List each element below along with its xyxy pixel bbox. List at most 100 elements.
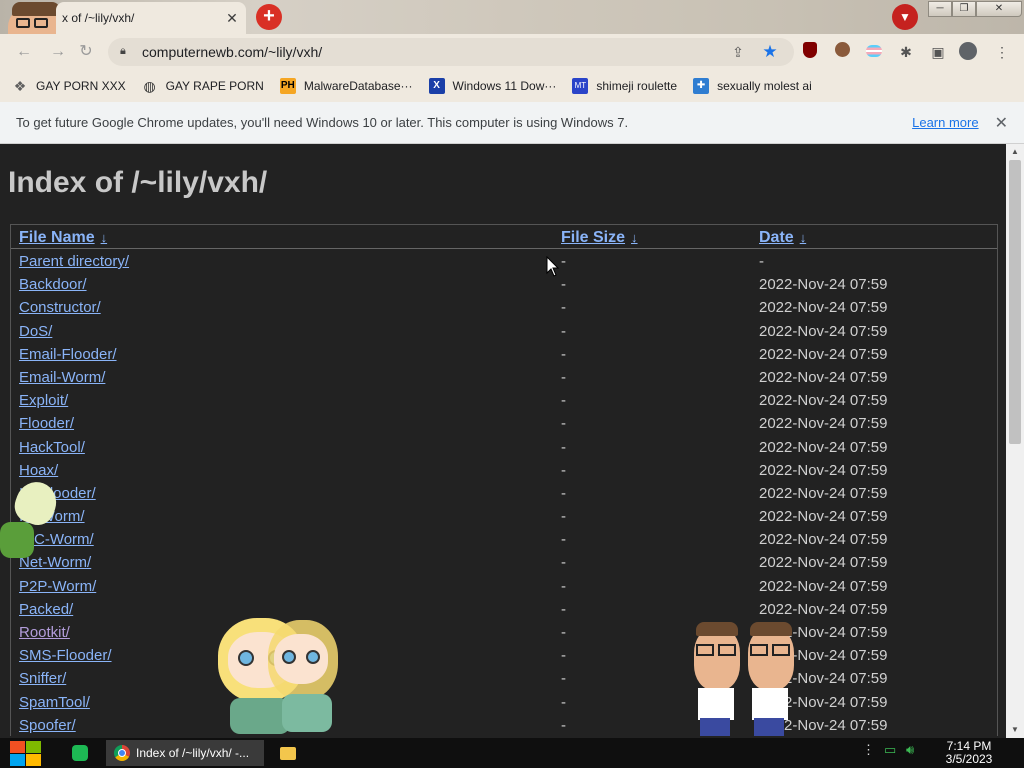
file-name-link[interactable]: Email-Worm/ — [19, 369, 105, 386]
mt-icon: MT — [572, 78, 589, 94]
table-row: P2P-Worm/ - 2022-Nov-24 07:59 — [11, 574, 997, 597]
globe-icon: ◍ — [143, 78, 156, 94]
bookmark-item[interactable]: ◍ GAY RAPE PORN — [142, 78, 264, 94]
bookmark-label: MalwareDatabase··· — [303, 79, 413, 93]
table-header: File Name ↓ File Size ↓ Date ↓ — [11, 225, 997, 249]
file-name-link[interactable]: SMS-Flooder/ — [19, 647, 112, 664]
file-date: 2022-Nov-24 07:59 — [759, 322, 888, 340]
back-icon[interactable]: ← — [14, 42, 34, 62]
paw-icon: ❖ — [13, 78, 27, 94]
file-name-link[interactable]: Flooder/ — [19, 415, 74, 432]
file-name-link[interactable]: Constructor/ — [19, 299, 101, 316]
table-row: Flooder/ - 2022-Nov-24 07:59 — [11, 411, 997, 434]
tab-close-icon[interactable]: ✕ — [222, 8, 242, 28]
file-name-link[interactable]: P2P-Worm/ — [19, 578, 96, 595]
table-row: SpamTool/-2022-Nov-24 07:59 — [11, 690, 997, 713]
table-row: IM-Flooder/-2022-Nov-24 07:59 — [11, 481, 997, 504]
bookmark-item[interactable]: X Windows 11 Dow··· — [428, 78, 556, 94]
desktop-pet-star-butterfly[interactable] — [212, 610, 342, 738]
new-tab-button[interactable]: + — [256, 4, 282, 30]
table-row: Hoax/ - 2022-Nov-24 07:59 — [11, 458, 997, 481]
bookmark-item[interactable]: ❖ GAY PORN XXX — [12, 78, 126, 94]
infobar-close-icon[interactable]: ✕ — [995, 113, 1008, 133]
bookmark-item[interactable]: MT shimeji roulette — [572, 78, 677, 94]
sort-by-date-link[interactable]: Date ↓ — [759, 229, 806, 247]
sort-by-name-link[interactable]: File Name ↓ — [19, 229, 107, 247]
file-size: - — [561, 415, 566, 433]
lock-icon[interactable]: 🔒︎ — [120, 45, 134, 59]
file-name-link[interactable]: Email-Flooder/ — [19, 346, 117, 363]
scroll-up-icon[interactable]: ▲ — [1006, 144, 1024, 160]
puzzle-icon: ✚ — [693, 78, 710, 94]
taskbar-chrome-item[interactable]: Index of /~lily/vxh/ -... — [106, 740, 264, 766]
file-name-link[interactable]: Backdoor/ — [19, 276, 87, 293]
profile-avatar-icon[interactable] — [958, 42, 978, 62]
ublock-extension-icon[interactable] — [800, 42, 820, 62]
forward-icon[interactable]: → — [48, 42, 68, 62]
file-date: 2022-Nov-24 07:59 — [759, 276, 888, 294]
share-icon[interactable]: ⇪ — [728, 42, 748, 62]
extensions-puzzle-icon[interactable]: ✱ — [896, 42, 916, 62]
start-button-windows-icon[interactable] — [8, 740, 42, 766]
file-explorer-icon[interactable] — [280, 740, 300, 766]
file-name-link[interactable]: HackTool/ — [19, 439, 85, 456]
learn-more-link[interactable]: Learn more — [912, 115, 978, 130]
file-date: 2022-Nov-24 07:59 — [759, 299, 888, 317]
close-window-button[interactable]: ✕ — [976, 1, 1022, 17]
tray-overflow-icon[interactable]: ⋮ — [862, 742, 875, 758]
bookmarks-bar: ❖ GAY PORN XXX ◍ GAY RAPE PORN PH Malwar… — [0, 70, 1024, 102]
bookmark-label: GAY RAPE PORN — [165, 79, 264, 93]
page-scrollbar[interactable]: ▲ ▼ — [1006, 144, 1024, 738]
file-name-link[interactable]: Sniffer/ — [19, 670, 66, 687]
scroll-thumb[interactable] — [1009, 160, 1021, 444]
file-size: - — [561, 647, 566, 665]
file-size: - — [561, 345, 566, 363]
menu-kebab-icon[interactable]: ⋮ — [992, 42, 1012, 62]
file-name-link[interactable]: Parent directory/ — [19, 253, 129, 270]
file-date: - — [759, 253, 764, 270]
table-row: Spoofer/-2022-Nov-24 07:59 — [11, 713, 997, 736]
file-name-link[interactable]: Hoax/ — [19, 462, 58, 479]
bookmark-item[interactable]: ✚ sexually molest ai — [693, 78, 812, 94]
url-text[interactable]: computernewb.com/~lily/vxh/ — [142, 44, 322, 60]
table-row: IM-Worm/-2022-Nov-24 07:59 — [11, 504, 997, 527]
avatar-extension-icon[interactable] — [832, 42, 852, 62]
network-icon[interactable]: ▭ — [884, 742, 896, 758]
file-name-link[interactable]: Rootkit/ — [19, 624, 70, 641]
table-row: Exploit/ - 2022-Nov-24 07:59 — [11, 388, 997, 411]
desktop-pet-hank-hill[interactable] — [690, 622, 800, 738]
minimize-button[interactable]: ─ — [928, 1, 952, 17]
table-body: Parent directory/ - - Backdoor/ - 2022-Nov-24… — [11, 249, 997, 736]
file-name-link[interactable]: SpamTool/ — [19, 694, 90, 711]
x-icon: X — [428, 78, 445, 94]
file-name-link[interactable]: Exploit/ — [19, 392, 68, 409]
tab-active[interactable]: x of /~lily/vxh/ ✕ — [56, 2, 246, 34]
tab-search-icon[interactable]: ▼ — [892, 4, 918, 30]
file-name-link[interactable]: Packed/ — [19, 601, 73, 618]
flag-extension-icon[interactable] — [864, 42, 884, 62]
bookmark-star-icon[interactable]: ★ — [760, 42, 780, 62]
file-size: - — [561, 368, 566, 386]
table-row: Parent directory/ - - — [11, 249, 997, 272]
file-date: 2022-Nov-24 07:59 — [759, 600, 888, 618]
address-bar[interactable]: 🔒︎ computernewb.com/~lily/vxh/ — [108, 38, 794, 66]
sort-by-size-link[interactable]: File Size ↓ — [561, 229, 638, 247]
taskbar-app-icon[interactable] — [72, 740, 92, 766]
maximize-button[interactable]: ❐ — [952, 1, 976, 17]
table-row: Net-Worm/-2022-Nov-24 07:59 — [11, 550, 997, 573]
taskbar-clock[interactable]: 7:14 PM 3/5/2023 — [936, 740, 1002, 766]
file-name-link[interactable]: DoS/ — [19, 323, 52, 340]
reload-icon[interactable]: ↻ — [76, 42, 96, 62]
table-row: HackTool/ - 2022-Nov-24 07:59 — [11, 435, 997, 458]
side-panel-icon[interactable]: ▣ — [928, 42, 948, 62]
file-date: 2022-Nov-24 07:59 — [759, 577, 888, 595]
file-date: 2022-Nov-24 07:59 — [759, 368, 888, 386]
table-row: Sniffer/-2022-Nov-24 07:59 — [11, 666, 997, 689]
volume-icon[interactable]: 🔊︎ — [906, 742, 914, 758]
file-name-link[interactable]: Spoofer/ — [19, 717, 76, 734]
scroll-down-icon[interactable]: ▼ — [1006, 722, 1024, 738]
file-size: - — [561, 299, 566, 317]
bookmark-item[interactable]: PH MalwareDatabase··· — [279, 78, 413, 94]
desktop-pet-peridot[interactable] — [0, 476, 62, 568]
bookmark-label: GAY PORN XXX — [36, 79, 126, 93]
